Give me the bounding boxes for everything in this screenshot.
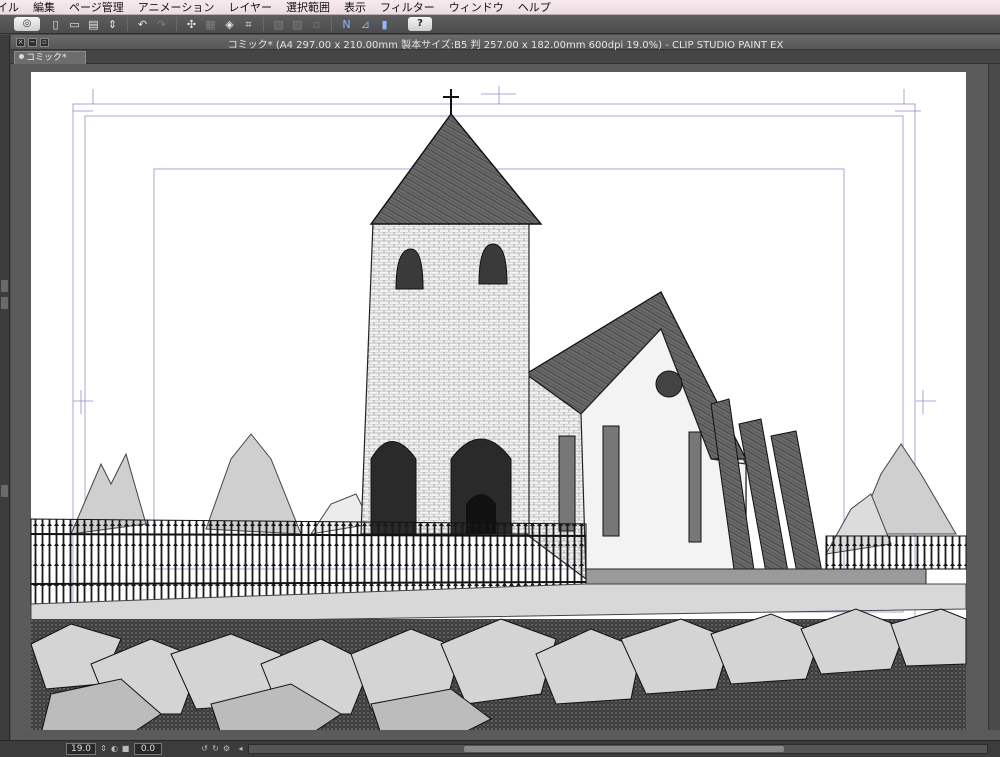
- menu-animation[interactable]: アニメーション: [131, 0, 222, 15]
- document-tabbar: コミック*: [11, 50, 1000, 64]
- app-window: イル 編集 ページ管理 アニメーション レイヤー 選択範囲 表示 フィルター ウ…: [0, 0, 1000, 757]
- special-ruler-snap-icon[interactable]: ⊿: [358, 17, 373, 31]
- transform-icon[interactable]: ✣: [184, 17, 199, 31]
- redo-icon[interactable]: ↷: [154, 17, 169, 31]
- menu-selection[interactable]: 選択範囲: [279, 0, 337, 15]
- document-title: コミック* (A4 297.00 x 210.00mm 製本サイズ:B5 判 2…: [227, 40, 784, 51]
- flip-icon[interactable]: ⚙: [222, 744, 231, 754]
- new-file-icon[interactable]: ▯: [48, 17, 63, 31]
- rotation-angle-field[interactable]: 0.0: [134, 743, 162, 755]
- stepper-icon[interactable]: ⇕: [105, 17, 120, 31]
- document-titlebar: × − ▫ コミック* (A4 297.00 x 210.00mm 製本サイズ:…: [11, 35, 1000, 51]
- rotate-right-icon[interactable]: ↻: [211, 744, 220, 754]
- invert-icon[interactable]: ▧: [290, 17, 305, 31]
- fit-window-icon[interactable]: ■: [121, 744, 130, 754]
- status-bar: 19.0 ⇕ ◐ ■ 0.0 ↺ ↻ ⚙ ◂: [0, 740, 1000, 757]
- tab-comic[interactable]: コミック*: [14, 51, 86, 64]
- scroll-left-icon[interactable]: ◂: [236, 744, 245, 754]
- undo-icon[interactable]: ↶: [135, 17, 150, 31]
- rotate-left-icon[interactable]: ↺: [200, 744, 209, 754]
- vertical-scrollbar[interactable]: [988, 64, 1000, 730]
- menu-bar: イル 編集 ページ管理 アニメーション レイヤー 選択範囲 表示 フィルター ウ…: [0, 0, 1000, 15]
- clip-studio-logo-icon[interactable]: ◎: [14, 17, 40, 31]
- toolbar-separator: [176, 17, 177, 31]
- panel-handle-icon[interactable]: [1, 280, 8, 292]
- menu-page-management[interactable]: ページ管理: [62, 0, 131, 15]
- canvas-area[interactable]: [11, 64, 1000, 730]
- deselect-icon[interactable]: ▫: [309, 17, 324, 31]
- zoom-field[interactable]: 19.0: [66, 743, 96, 755]
- grid-snap-icon[interactable]: ▮: [377, 17, 392, 31]
- ruler-snap-icon[interactable]: N: [339, 17, 354, 31]
- zoom-stepper-icon[interactable]: ⇕: [99, 744, 108, 754]
- menu-window[interactable]: ウィンドウ: [442, 0, 511, 15]
- menu-layer[interactable]: レイヤー: [221, 0, 279, 15]
- tab-comic-label: コミック*: [26, 53, 67, 63]
- toolbar-separator: [331, 17, 332, 31]
- horizontal-scroll-thumb[interactable]: [464, 746, 784, 752]
- grid-icon[interactable]: ▦: [203, 17, 218, 31]
- toolbar-separator: [127, 17, 128, 31]
- menu-help[interactable]: ヘルプ: [511, 0, 558, 15]
- horizontal-scrollbar[interactable]: [248, 744, 988, 754]
- menu-edit[interactable]: 編集: [26, 0, 62, 15]
- fill-icon[interactable]: ◈: [222, 17, 237, 31]
- menu-filter[interactable]: フィルター: [373, 0, 442, 15]
- toolbar-separator: [263, 17, 264, 31]
- save-icon[interactable]: ▤: [86, 17, 101, 31]
- menu-view[interactable]: 表示: [337, 0, 373, 15]
- command-bar: ◎ ▯ ▭ ▤ ⇕ ↶ ↷ ✣ ▦ ◈ ⌗ ▨ ▧ ▫ N ⊿ ▮ ?: [0, 15, 1000, 34]
- left-panel-strip: [0, 35, 10, 740]
- selection-transform-icon[interactable]: ⌗: [241, 17, 256, 31]
- canvas-artwork[interactable]: [11, 64, 1000, 730]
- zoom-fit-icon[interactable]: ◐: [110, 744, 119, 754]
- document-window: × − ▫ コミック* (A4 297.00 x 210.00mm 製本サイズ:…: [11, 35, 1000, 740]
- help-icon[interactable]: ?: [408, 17, 432, 31]
- menu-file[interactable]: イル: [0, 0, 26, 15]
- clear-icon[interactable]: ▨: [271, 17, 286, 31]
- open-file-icon[interactable]: ▭: [67, 17, 82, 31]
- panel-handle-icon[interactable]: [1, 485, 8, 497]
- panel-handle-icon[interactable]: [1, 297, 8, 309]
